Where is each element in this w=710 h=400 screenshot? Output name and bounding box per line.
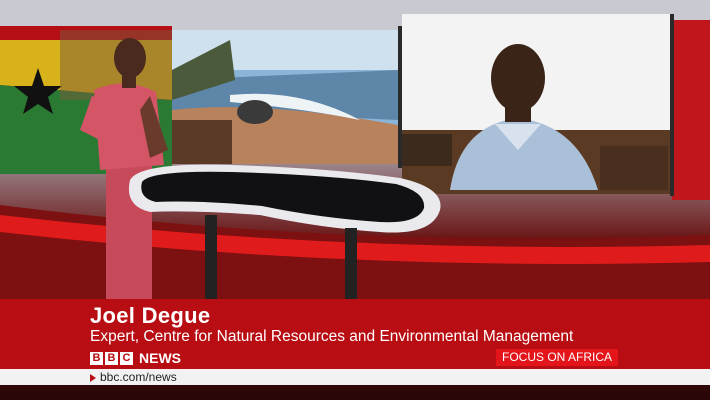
beach-screen bbox=[172, 30, 398, 164]
bbc-letter-c: C bbox=[120, 351, 133, 365]
url-ticker: bbc.com/news bbox=[90, 369, 177, 385]
bbc-letter-b2: B bbox=[105, 351, 118, 365]
programme-badge: FOCUS ON AFRICA bbox=[496, 349, 619, 366]
guest-name: Joel Degue bbox=[90, 303, 211, 328]
ticker-arrow-icon bbox=[90, 373, 96, 382]
bbc-news-logo: B B C NEWS bbox=[90, 350, 181, 366]
ticker-url: bbc.com/news bbox=[100, 370, 177, 384]
bbc-letter-b1: B bbox=[90, 351, 103, 365]
guest-role: Expert, Centre for Natural Resources and… bbox=[90, 328, 574, 345]
guest-screen bbox=[402, 14, 670, 194]
bbc-news-word: NEWS bbox=[139, 350, 181, 366]
